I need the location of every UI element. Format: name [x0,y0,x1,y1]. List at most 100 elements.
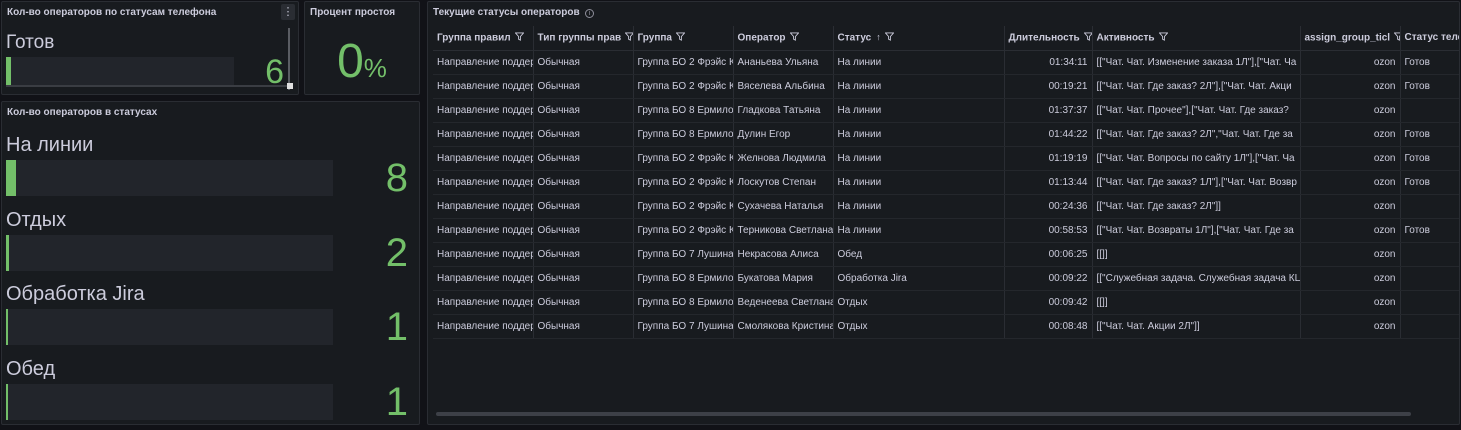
table-row[interactable]: Направление поддер Обычная Группа БО 8 Ерм… [433,266,1459,291]
table-row[interactable]: Направление поддер Обычная Группа БО 2 Фрэ… [433,170,1459,195]
panel-title: Текущие статусы операторов [433,7,580,18]
horizontal-scrollbar[interactable] [6,85,288,87]
table-cell: 01:13:44 [1004,170,1093,195]
table-row[interactable]: Направление поддер Обычная Группа БО 2 Фрэ… [433,218,1459,243]
panel-menu-icon[interactable]: ⋮ [281,4,295,20]
table-row[interactable]: Направление поддер Обычная Группа БО 8 Ерм… [433,290,1459,315]
table-cell: Обычная [533,218,634,243]
column-header[interactable]: Тип группы прав [533,26,634,51]
info-icon[interactable]: i [585,9,594,18]
status-bar-track [6,160,333,196]
table-cell: Обычная [533,314,634,339]
table-cell: На линии [833,122,1005,147]
filter-icon[interactable] [514,32,525,44]
status-bar-fill [6,384,8,420]
filter-icon[interactable] [884,32,895,44]
table-cell: Группа БО 8 Ермило [633,122,734,147]
status-bar-fill [6,160,16,196]
column-header[interactable]: Группа [633,26,734,51]
table-cell: Желнова Людмила [733,146,834,171]
table-cell: [["Чат. Чат. Возвраты 1Л"],["Чат. Чат. Г… [1092,218,1301,243]
filter-icon[interactable] [624,32,632,44]
filter-icon[interactable] [1158,32,1169,44]
sort-ascending-icon[interactable]: ↑ [876,32,881,42]
table-cell: Обычная [533,146,634,171]
table-cell: Ананьева Ульяна [733,50,834,75]
table-cell: Готов [1400,74,1459,99]
table-cell: Группа БО 2 Фрэйс К [633,146,734,171]
column-header-label: assign_group_ticl [1304,32,1391,44]
table-cell: [["Чат. Чат. Где заказ? 2Л"]] [1092,194,1301,219]
table-cell: Отдых [833,290,1005,315]
column-header-label: Активность [1096,32,1155,44]
table-horizontal-scrollbar[interactable] [436,412,1411,416]
column-header[interactable]: Длительность [1004,26,1093,51]
table-row[interactable]: Направление поддер Обычная Группа БО 8 Ерм… [433,98,1459,123]
status-bar-fill [6,309,8,345]
table-cell: Лоскутов Степан [733,170,834,195]
status-bar-track [6,309,333,345]
table-cell: Готов [1400,218,1459,243]
column-header-label: Группа правил [437,32,511,44]
column-header-label: Статус [837,32,872,44]
table-cell: Группа БО 2 Фрэйс К [633,218,734,243]
table-cell: Группа БО 2 Фрэйс К [633,194,734,219]
table-row[interactable]: Направление поддер Обычная Группа БО 7 Луш… [433,314,1459,339]
table-cell: 00:19:21 [1004,74,1093,99]
operator-status-table: Группа правил Тип группы прав Группа Операт… [433,26,1459,339]
stat-value: 0% [305,34,419,89]
filter-icon[interactable] [789,32,800,44]
status-bar-value: 1 [385,305,408,349]
status-bar-label: На линии [6,134,94,156]
table-row[interactable]: Направление поддер Обычная Группа БО 2 Фрэ… [433,50,1459,75]
table-row[interactable]: Направление поддер Обычная Группа БО 2 Фрэ… [433,194,1459,219]
table-cell: [["Служебная задача. Служебная задача КЦ [1092,266,1301,291]
table-cell: ozon [1300,266,1401,291]
bar-gauge-track [6,57,234,87]
phone-status-panel: Кол-во операторов по статусам телефона ⋮… [1,1,299,95]
table-cell: Группа БО 8 Ермило [633,266,734,291]
table-row[interactable]: Направление поддер Обычная Группа БО 7 Луш… [433,242,1459,267]
table-cell [1400,266,1459,291]
table-cell: Отдых [833,314,1005,339]
table-cell: Группа БО 2 Фрэйс К [633,74,734,99]
table-cell: Готов [1400,50,1459,75]
table-cell [1400,290,1459,315]
column-header[interactable]: Статус ↑ [833,26,1005,51]
status-bar-label: Отдых [6,209,67,231]
table-row[interactable]: Направление поддер Обычная Группа БО 8 Ерм… [433,122,1459,147]
column-header[interactable]: Оператор [733,26,834,51]
idle-percent-panel: Процент простоя 0% [304,1,420,95]
filter-icon[interactable] [1083,32,1091,44]
table-row[interactable]: Направление поддер Обычная Группа БО 2 Фрэ… [433,146,1459,171]
table-cell: Обработка Jira [833,266,1005,291]
column-header[interactable]: assign_group_ticl [1300,26,1401,51]
stat-unit: % [363,53,387,83]
table-cell: Направление поддер [433,242,534,267]
column-header-label: Оператор [737,32,786,44]
filter-icon[interactable] [1393,32,1399,44]
column-header[interactable]: Активность [1092,26,1301,51]
table-cell: Направление поддер [433,290,534,315]
table-cell: Веденеева Светлана [733,290,834,315]
resize-handle-icon[interactable] [287,83,293,89]
table-cell: ozon [1300,146,1401,171]
table-cell: ozon [1300,218,1401,243]
vertical-scrollbar[interactable] [288,28,290,90]
table-cell: Направление поддер [433,146,534,171]
column-header[interactable]: Статус теле [1400,26,1459,51]
table-cell: ozon [1300,290,1401,315]
table-cell: На линии [833,194,1005,219]
table-cell: Готов [1400,146,1459,171]
table-cell [1400,314,1459,339]
table-cell: Сухачева Наталья [733,194,834,219]
table-row[interactable]: Направление поддер Обычная Группа БО 2 Фрэ… [433,74,1459,99]
table-cell: ozon [1300,122,1401,147]
table-cell: На линии [833,170,1005,195]
column-header[interactable]: Группа правил [433,26,534,51]
filter-icon[interactable] [675,32,686,44]
table-cell: ozon [1300,242,1401,267]
table-cell [1400,98,1459,123]
status-bar-value: 8 [385,156,408,200]
status-bar-label: Обработка Jira [6,283,145,305]
